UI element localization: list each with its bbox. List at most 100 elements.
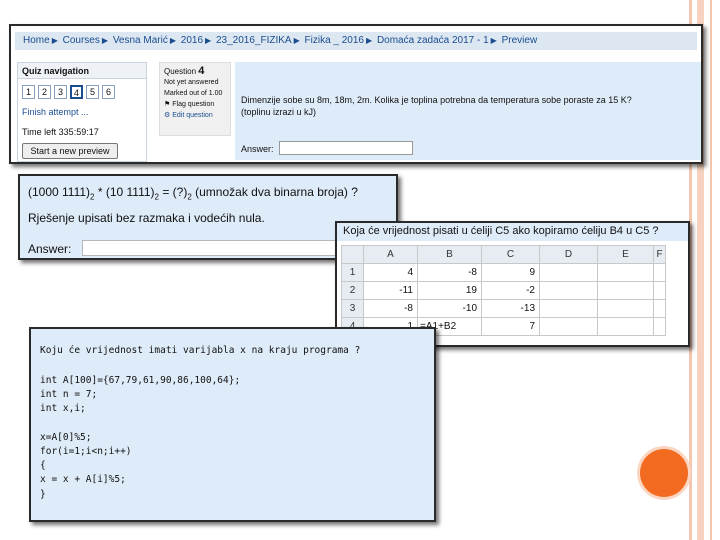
code-line: } — [40, 488, 46, 500]
row-header[interactable]: 3 — [341, 299, 364, 318]
cell-b1[interactable]: -8 — [417, 263, 482, 282]
column-header-b[interactable]: B — [417, 245, 482, 264]
cell-c2[interactable]: -2 — [481, 281, 540, 300]
breadcrumb-separator-icon: ▶ — [366, 36, 373, 45]
question-number: 4 — [198, 65, 205, 77]
code-line: int A[100]={67,79,61,90,86,100,64}; — [40, 375, 241, 386]
flag-question-link[interactable]: ⚑ Flag question — [164, 99, 226, 110]
cell-e4[interactable] — [597, 317, 654, 336]
code-line: { — [40, 460, 46, 472]
question-nav-4-current[interactable]: 4 — [70, 85, 83, 99]
breadcrumb-preview[interactable]: Preview — [502, 35, 538, 46]
edit-question-link[interactable]: ⚙ Edit question — [164, 110, 226, 121]
breadcrumb-courses[interactable]: Courses — [63, 35, 100, 46]
cell-f1[interactable] — [653, 263, 666, 282]
question-state: Not yet answered — [164, 79, 219, 86]
column-header-d[interactable]: D — [539, 245, 598, 264]
breadcrumb-homework[interactable]: Domaća zadaća 2017 - 1 — [377, 35, 489, 46]
question-text-line-2: (toplinu izrazi u kJ) — [241, 107, 317, 117]
binary-hint: Rješenje upisati bez razmaka i vodećih n… — [28, 211, 265, 225]
column-header-a[interactable]: A — [363, 245, 418, 264]
cell-d4[interactable] — [539, 317, 598, 336]
table-row: 1 4 -8 9 — [341, 263, 666, 282]
breadcrumb-course[interactable]: 23_2016_FIZIKA — [216, 35, 292, 46]
cell-e2[interactable] — [597, 281, 654, 300]
question-nav-5[interactable]: 5 — [86, 85, 99, 99]
breadcrumb-separator-icon: ▶ — [51, 36, 58, 45]
question-nav-2[interactable]: 2 — [38, 85, 51, 99]
cell-d3[interactable] — [539, 299, 598, 318]
row-header[interactable]: 1 — [341, 263, 364, 282]
column-header-row: A B C D E F — [341, 245, 666, 264]
cell-a2[interactable]: -11 — [363, 281, 418, 300]
gear-icon: ⚙ — [164, 112, 171, 119]
cell-b3[interactable]: -10 — [417, 299, 482, 318]
decorative-stripe — [710, 0, 712, 540]
code-question-screenshot: Koju će vrijednost imati varijabla x na … — [29, 327, 436, 522]
question-nav-6[interactable]: 6 — [102, 85, 115, 99]
question-label: Question — [164, 67, 197, 76]
question-grade: Marked out of 1.00 — [164, 90, 223, 97]
code-listing: int A[100]={67,79,61,90,86,100,64}; int … — [40, 374, 240, 502]
edit-question-label: Edit question — [172, 112, 213, 119]
binary-term-2: (10 1111) — [105, 185, 155, 199]
breadcrumb-separator-icon: ▶ — [293, 36, 300, 45]
code-question-text: Koju će vrijednost imati varijabla x na … — [40, 345, 361, 356]
cell-a3[interactable]: -8 — [363, 299, 418, 318]
breadcrumb-separator-icon: ▶ — [169, 36, 176, 45]
cell-c4[interactable]: 7 — [481, 317, 540, 336]
binary-answer-label: Answer: — [28, 242, 72, 256]
code-line: for(i=1;i<n;i++) — [40, 445, 132, 457]
time-left: Time left 335:59:17 — [22, 127, 99, 137]
table-row: 3 -8 -10 -13 — [341, 299, 666, 318]
binary-equals: = (?) — [159, 185, 188, 199]
breadcrumb-subject[interactable]: Fizika _ 2016 — [305, 35, 364, 46]
code-line: int n = 7; — [40, 389, 98, 401]
cell-d1[interactable] — [539, 263, 598, 282]
code-line: int x,i; — [40, 403, 86, 415]
binary-term-1: (1000 1111) — [28, 185, 91, 199]
cell-d2[interactable] — [539, 281, 598, 300]
cell-a1[interactable]: 4 — [363, 263, 418, 282]
question-nav-1[interactable]: 1 — [22, 85, 35, 99]
binary-times: * — [94, 185, 106, 199]
cell-c3[interactable]: -13 — [481, 299, 540, 318]
binary-suffix: (umnožak dva binarna broja) ? — [191, 185, 358, 199]
breadcrumb-separator-icon: ▶ — [205, 36, 212, 45]
cell-e1[interactable] — [597, 263, 654, 282]
question-content: Dimenzije sobe su 8m, 18m, 2m. Kolika je… — [235, 62, 701, 160]
code-line: x = x + A[i]%5; — [40, 474, 126, 486]
question-number-heading: Question 4 — [164, 66, 226, 77]
question-number-list: 1 2 3 4 5 6 — [22, 85, 115, 99]
cell-b2[interactable]: 19 — [417, 281, 482, 300]
breadcrumb-separator-icon: ▶ — [490, 36, 497, 45]
cell-f3[interactable] — [653, 299, 666, 318]
breadcrumb-separator-icon: ▶ — [101, 36, 109, 45]
column-header-e[interactable]: E — [597, 245, 654, 264]
answer-input[interactable] — [279, 141, 413, 155]
code-line: x=A[0]%5; — [40, 431, 92, 443]
cell-f2[interactable] — [653, 281, 666, 300]
question-nav-3[interactable]: 3 — [54, 85, 67, 99]
flag-question-label: Flag question — [172, 101, 215, 108]
cell-f4[interactable] — [653, 317, 666, 336]
column-header-f[interactable]: F — [653, 245, 666, 264]
column-header-c[interactable]: C — [481, 245, 540, 264]
binary-question-text: (1000 1111)2 * (10 1111)2 = (?)2 (umnoža… — [28, 185, 358, 201]
orange-circle-decoration — [640, 449, 688, 497]
finish-attempt-link[interactable]: Finish attempt ... — [22, 107, 89, 117]
breadcrumb-home[interactable]: Home — [23, 35, 50, 46]
quiz-navigation-block: Quiz navigation 1 2 3 4 5 6 Finish attem… — [17, 62, 147, 162]
spreadsheet-grid: A B C D E F 1 4 -8 9 2 -11 19 -2 3 -8 -1… — [341, 245, 666, 336]
cell-c1[interactable]: 9 — [481, 263, 540, 282]
corner-cell[interactable] — [341, 245, 364, 264]
slide: Home ▶ Courses ▶ Vesna Marić ▶ 2016 ▶ 23_201… — [0, 0, 720, 540]
row-header[interactable]: 2 — [341, 281, 364, 300]
breadcrumb-year[interactable]: 2016 — [181, 35, 203, 46]
cell-e3[interactable] — [597, 299, 654, 318]
start-new-preview-button[interactable]: Start a new preview — [22, 143, 118, 159]
table-row: 2 -11 19 -2 — [341, 281, 666, 300]
excel-question-text: Koja će vrijednost pisati u ćeliji C5 ak… — [337, 223, 688, 241]
breadcrumb-teacher[interactable]: Vesna Marić — [113, 35, 168, 46]
